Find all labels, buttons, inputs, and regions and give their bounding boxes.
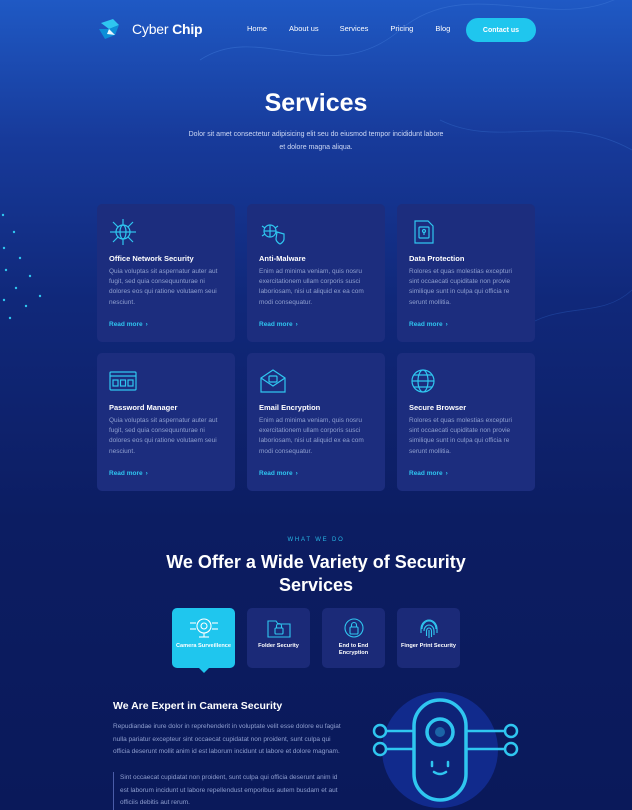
read-more-label: Read more bbox=[409, 470, 443, 477]
nav-pricing[interactable]: Pricing bbox=[390, 24, 413, 33]
service-text: Quia voluptas sit aspernatur auter aut f… bbox=[109, 417, 218, 455]
service-card: Anti-Malware Enim ad minima veniam, quis… bbox=[247, 204, 385, 342]
detail-quote: Sint occaecat cupidatat non proident, su… bbox=[113, 772, 345, 810]
service-text: Rolores et quas molestias excepturi sint… bbox=[409, 268, 512, 306]
tab-label: Camera Surveillence bbox=[175, 643, 232, 649]
password-field-icon bbox=[109, 371, 137, 391]
service-title: Anti-Malware bbox=[259, 254, 306, 263]
logo-text-bold: Chip bbox=[172, 21, 203, 37]
section-eyebrow: WHAT WE DO bbox=[287, 537, 345, 543]
main-nav: Home About us Services Pricing Blog bbox=[247, 24, 472, 33]
camera-illustration-icon bbox=[372, 692, 519, 808]
page: Cyber Chip Home About us Services Pricin… bbox=[0, 0, 632, 810]
globe-browser-icon bbox=[411, 369, 435, 393]
envelope-lock-icon bbox=[260, 369, 286, 393]
logo-text-light: Cyber bbox=[132, 21, 169, 37]
service-title: Office Network Security bbox=[109, 254, 194, 263]
chevron-right-icon: › bbox=[145, 470, 148, 477]
service-text: Enim ad minima veniam, quis nosru exerci… bbox=[259, 417, 364, 455]
read-more-link[interactable]: Read more › bbox=[409, 470, 448, 477]
lock-shield-icon bbox=[343, 618, 364, 638]
service-title: Email Encryption bbox=[259, 403, 321, 412]
tab-finger-print-security[interactable]: Finger Print Security bbox=[397, 608, 460, 668]
nav-blog[interactable]: Blog bbox=[435, 24, 450, 33]
read-more-link[interactable]: Read more › bbox=[259, 470, 298, 477]
read-more-label: Read more bbox=[409, 321, 443, 328]
service-title: Secure Browser bbox=[409, 403, 467, 412]
read-more-label: Read more bbox=[109, 321, 143, 328]
nav-services[interactable]: Services bbox=[340, 24, 369, 33]
service-card: Office Network Security Quia voluptas si… bbox=[97, 204, 235, 342]
logo-mark-icon bbox=[99, 19, 119, 39]
nav-about-us[interactable]: About us bbox=[289, 24, 319, 33]
service-card: Email Encryption Enim ad minima veniam, … bbox=[247, 353, 385, 491]
service-title: Data Protection bbox=[409, 254, 465, 263]
service-card: Secure Browser Rolores et quas molestias… bbox=[397, 353, 535, 491]
chevron-right-icon: › bbox=[145, 321, 148, 328]
chevron-right-icon: › bbox=[295, 321, 298, 328]
document-lock-icon bbox=[414, 220, 434, 244]
service-title: Password Manager bbox=[109, 403, 178, 412]
folder-lock-icon bbox=[266, 620, 291, 638]
service-text: Enim ad minima veniam, quis nosru exerci… bbox=[259, 268, 364, 306]
read-more-link[interactable]: Read more › bbox=[259, 321, 298, 328]
service-card: Password Manager Quia voluptas sit asper… bbox=[97, 353, 235, 491]
service-tabs: Camera Surveillence Folder Security End … bbox=[172, 608, 460, 673]
service-text: Rolores et quas molestias excepturi sint… bbox=[409, 417, 512, 455]
service-card: Data Protection Rolores et quas molestia… bbox=[397, 204, 535, 342]
contact-us-button[interactable]: Contact us bbox=[466, 18, 536, 42]
services-grid: Office Network Security Quia voluptas si… bbox=[97, 204, 535, 491]
read-more-link[interactable]: Read more › bbox=[409, 321, 448, 328]
tab-label: Folder Security bbox=[258, 643, 299, 649]
tab-label: Finger Print Security bbox=[400, 643, 457, 649]
chevron-right-icon: › bbox=[295, 470, 298, 477]
fingerprint-icon bbox=[419, 619, 438, 638]
camera-icon bbox=[189, 618, 218, 638]
read-more-link[interactable]: Read more › bbox=[109, 470, 148, 477]
network-globe-icon bbox=[110, 219, 136, 245]
bug-shield-icon bbox=[261, 224, 285, 245]
nav-home[interactable]: Home bbox=[247, 24, 267, 33]
page-title: Services bbox=[264, 89, 368, 117]
logo[interactable]: Cyber Chip bbox=[97, 17, 203, 41]
read-more-label: Read more bbox=[259, 321, 293, 328]
detail-title: We Are Expert in Camera Security bbox=[113, 700, 283, 712]
service-text: Quia voluptas sit aspernatur auter aut f… bbox=[109, 268, 218, 306]
tab-label: End to End Encryption bbox=[338, 643, 369, 656]
read-more-link[interactable]: Read more › bbox=[109, 321, 148, 328]
site-header: Cyber Chip Home About us Services Pricin… bbox=[0, 0, 632, 60]
tab-folder-security[interactable]: Folder Security bbox=[247, 608, 310, 668]
detail-text: Repudiandae irure dolor in reprehenderit… bbox=[113, 723, 341, 756]
chevron-right-icon: › bbox=[445, 470, 448, 477]
read-more-label: Read more bbox=[109, 470, 143, 477]
section-title: We Offer a Wide Variety of Security Serv… bbox=[166, 552, 466, 595]
chevron-right-icon: › bbox=[445, 321, 448, 328]
hero-description: Dolor sit amet consectetur adipisicing e… bbox=[188, 131, 444, 151]
read-more-label: Read more bbox=[259, 470, 293, 477]
tab-end-to-end-encryption[interactable]: End to End Encryption bbox=[322, 608, 385, 668]
tab-camera-surveillence[interactable]: Camera Surveillence bbox=[172, 608, 235, 673]
